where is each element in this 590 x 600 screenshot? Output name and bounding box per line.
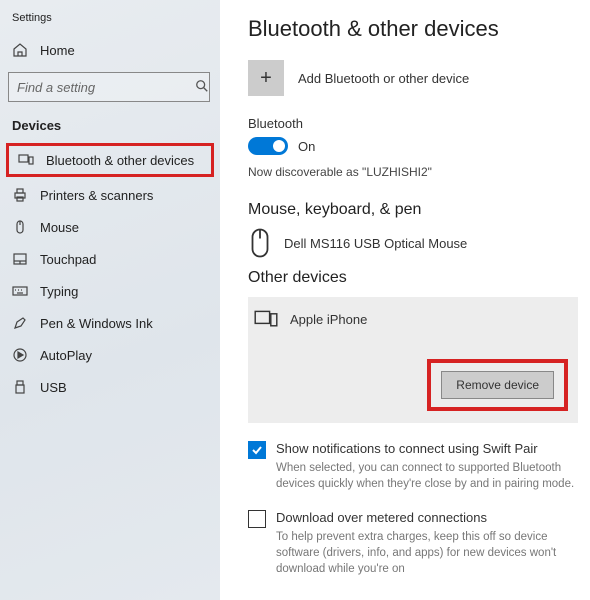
devices-icon — [18, 152, 34, 168]
sidebar-item-autoplay[interactable]: AutoPlay — [0, 339, 220, 371]
device-iphone[interactable]: Apple iPhone — [254, 305, 568, 359]
checkbox-unchecked-icon[interactable] — [248, 510, 266, 528]
swift-pair-row[interactable]: Show notifications to connect using Swif… — [248, 441, 578, 492]
nav-home[interactable]: Home — [0, 34, 220, 66]
add-device-label: Add Bluetooth or other device — [298, 71, 469, 86]
search-icon — [195, 79, 209, 96]
touchpad-icon — [12, 251, 28, 267]
page-title: Bluetooth & other devices — [248, 16, 578, 42]
phone-icon — [254, 307, 278, 331]
mouse-section-header: Mouse, keyboard, & pen — [248, 201, 578, 219]
swift-pair-label: Show notifications to connect using Swif… — [276, 441, 578, 456]
metered-help: To help prevent extra charges, keep this… — [276, 529, 578, 577]
sidebar-item-pen[interactable]: Pen & Windows Ink — [0, 307, 220, 339]
sidebar-item-usb[interactable]: USB — [0, 371, 220, 403]
sidebar-item-label: Pen & Windows Ink — [40, 316, 153, 331]
search-box[interactable] — [8, 72, 210, 102]
sidebar-item-label: Bluetooth & other devices — [46, 153, 194, 168]
nav-home-label: Home — [40, 43, 75, 58]
bluetooth-label: Bluetooth — [248, 116, 578, 131]
sidebar: Settings Home Devices Bluetooth & other … — [0, 0, 220, 600]
swift-pair-help: When selected, you can connect to suppor… — [276, 460, 578, 492]
keyboard-icon — [12, 283, 28, 299]
sidebar-item-label: Printers & scanners — [40, 188, 153, 203]
sidebar-item-label: Typing — [40, 284, 78, 299]
metered-label: Download over metered connections — [276, 510, 578, 525]
sidebar-section-title: Devices — [0, 112, 220, 141]
sidebar-item-label: AutoPlay — [40, 348, 92, 363]
sidebar-item-touchpad[interactable]: Touchpad — [0, 243, 220, 275]
metered-row[interactable]: Download over metered connections To hel… — [248, 510, 578, 577]
device-name: Apple iPhone — [290, 312, 367, 327]
main-content: Bluetooth & other devices + Add Bluetoot… — [220, 0, 590, 600]
window-title: Settings — [0, 8, 220, 34]
toggle-state: On — [298, 139, 315, 154]
device-name: Dell MS116 USB Optical Mouse — [284, 236, 467, 251]
plus-icon: + — [248, 60, 284, 96]
sidebar-item-mouse[interactable]: Mouse — [0, 211, 220, 243]
other-device-panel: Apple iPhone Remove device — [248, 297, 578, 423]
sidebar-item-label: Mouse — [40, 220, 79, 235]
autoplay-icon — [12, 347, 28, 363]
usb-icon — [12, 379, 28, 395]
sidebar-item-label: USB — [40, 380, 67, 395]
device-mouse[interactable]: Dell MS116 USB Optical Mouse — [248, 229, 578, 269]
mouse-icon — [248, 231, 272, 255]
sidebar-item-printers[interactable]: Printers & scanners — [0, 179, 220, 211]
remove-device-button[interactable]: Remove device — [441, 371, 554, 399]
checkbox-checked-icon[interactable] — [248, 441, 266, 459]
sidebar-item-label: Touchpad — [40, 252, 96, 267]
discoverable-text: Now discoverable as "LUZHISHI2" — [248, 165, 578, 179]
mouse-icon — [12, 219, 28, 235]
search-input[interactable] — [17, 80, 195, 95]
other-section-header: Other devices — [248, 269, 578, 287]
remove-highlight: Remove device — [427, 359, 568, 411]
pen-icon — [12, 315, 28, 331]
home-icon — [12, 42, 28, 58]
add-device-row[interactable]: + Add Bluetooth or other device — [248, 60, 578, 96]
sidebar-item-typing[interactable]: Typing — [0, 275, 220, 307]
bluetooth-toggle[interactable] — [248, 137, 288, 155]
sidebar-item-bluetooth[interactable]: Bluetooth & other devices — [6, 143, 214, 177]
printer-icon — [12, 187, 28, 203]
